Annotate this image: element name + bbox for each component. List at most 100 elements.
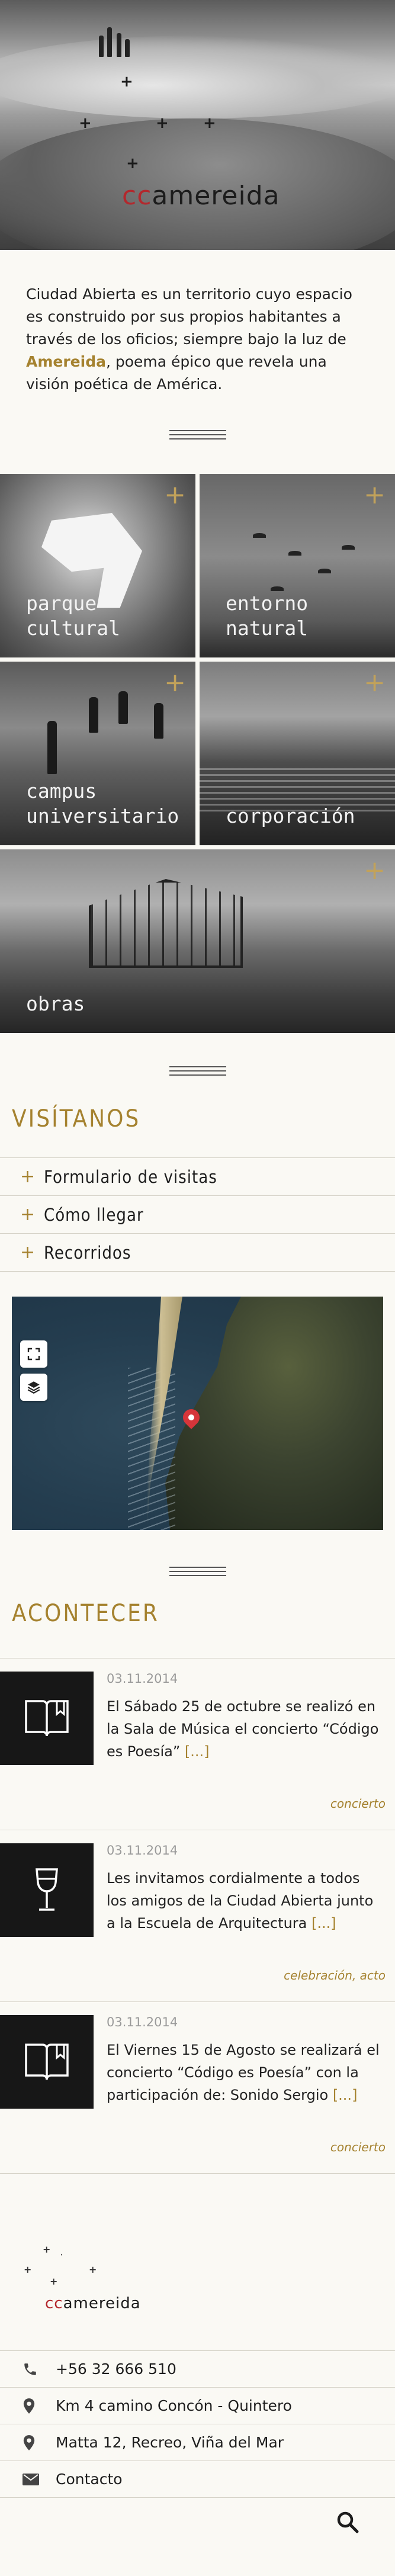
location-map[interactable] (12, 1297, 383, 1530)
news-tags[interactable]: celebración, acto (284, 1968, 386, 1982)
contact-text: Km 4 camino Concón - Quintero (56, 2397, 292, 2414)
tile-label-line: universitario (26, 804, 179, 827)
logo-prefix: cc (45, 2295, 63, 2312)
footer-logo[interactable]: + + · + + ccamereida (24, 2244, 154, 2315)
hero-plus-icon: + (126, 155, 139, 172)
accordion-item-como-llegar[interactable]: + Cómo llegar (0, 1196, 395, 1234)
fullscreen-icon[interactable] (20, 1340, 47, 1368)
star-icon: · (60, 2252, 63, 2259)
logo-suffix: amereida (63, 2295, 141, 2312)
tile-label-line: corporación (226, 804, 355, 827)
tile-label: obras (26, 992, 85, 1016)
accordion-label: Recorridos (44, 1242, 131, 1263)
section-tiles: + parque cultural + entorno natural + camp… (0, 474, 395, 1033)
tile-corporacion[interactable]: + corporación (200, 662, 395, 845)
hero-plus-icon: + (79, 114, 92, 132)
contact-email[interactable]: Contacto (0, 2461, 395, 2498)
tile-label: parque cultural (26, 591, 120, 641)
visit-accordion: + Formulario de visitas + Cómo llegar + … (0, 1157, 395, 1272)
accordion-item-recorridos[interactable]: + Recorridos (0, 1234, 395, 1272)
news-text: Les invitamos cordialmente a todos los a… (107, 1867, 384, 1935)
news-date: 03.11.2014 (107, 1843, 178, 1858)
divider (169, 430, 226, 440)
news-item[interactable]: 03.11.2014 Les invitamos cordialmente a … (0, 1830, 395, 2002)
accordion-label: Formulario de visitas (44, 1166, 217, 1187)
intro-text-before: Ciudad Abierta es un territorio cuyo esp… (26, 285, 352, 348)
contact-address-1[interactable]: Km 4 camino Concón - Quintero (0, 2388, 395, 2424)
news-text: El Sábado 25 de octubre se realizó en la… (107, 1695, 384, 1763)
tile-label-line: natural (226, 617, 309, 640)
person (118, 691, 128, 724)
tile-image (89, 879, 243, 968)
hero-dune (0, 36, 395, 118)
plus-icon: + (20, 1204, 36, 1225)
person (154, 703, 163, 739)
news-item[interactable]: 03.11.2014 El Viernes 15 de Agosto se re… (0, 2002, 395, 2174)
bird (288, 551, 301, 556)
news-list: 03.11.2014 El Sábado 25 de octubre se re… (0, 1658, 395, 2174)
news-date: 03.11.2014 (107, 2015, 178, 2029)
tile-label: entorno natural (226, 591, 308, 641)
plus-icon: + (164, 480, 186, 510)
tile-campus-universitario[interactable]: + campus universitario (0, 662, 195, 845)
tile-label-line: campus (26, 779, 97, 803)
read-more-link[interactable]: [...] (311, 1915, 336, 1932)
search-icon[interactable] (336, 2510, 359, 2534)
person (89, 697, 98, 733)
book-icon (0, 1672, 94, 1765)
hero-banner: + + + + + ccamereida (0, 0, 395, 250)
tile-label: corporación (226, 804, 355, 829)
plus-icon: + (364, 855, 386, 886)
accordion-label: Cómo llegar (44, 1204, 144, 1225)
news-text-body: El Sábado 25 de octubre se realizó en la… (107, 1698, 379, 1760)
bird (342, 545, 355, 550)
bird (271, 586, 284, 591)
envelope-icon (23, 2473, 56, 2485)
tile-obras[interactable]: + obras (0, 849, 395, 1033)
location-pin-icon (23, 2398, 56, 2414)
contact-address-2[interactable]: Matta 12, Recreo, Viña del Mar (0, 2424, 395, 2461)
divider (169, 1066, 226, 1076)
accordion-item-formulario[interactable]: + Formulario de visitas (0, 1158, 395, 1196)
news-item[interactable]: 03.11.2014 El Sábado 25 de octubre se re… (0, 1658, 395, 1830)
hero-plus-icon: + (203, 114, 216, 132)
tile-parque-cultural[interactable]: + parque cultural (0, 474, 195, 657)
phone-icon (23, 2362, 56, 2377)
page: + + + + + ccamereida Ciudad Abierta es u… (0, 0, 395, 2576)
star-icon: + (24, 2264, 32, 2275)
plus-icon: + (364, 480, 386, 510)
intro-text: Ciudad Abierta es un territorio cuyo esp… (26, 283, 369, 396)
hero-plus-icon: + (120, 73, 133, 91)
plus-icon: + (20, 1242, 36, 1263)
contact-text: +56 32 666 510 (56, 2360, 176, 2378)
news-tags[interactable]: concierto (330, 1797, 386, 1811)
tile-label-line: parque (26, 592, 97, 615)
hero-logo[interactable]: ccamereida (122, 181, 280, 211)
hero-figure (117, 33, 121, 57)
divider (169, 1567, 226, 1576)
contact-text: Contacto (56, 2471, 123, 2488)
layers-icon[interactable] (20, 1374, 47, 1401)
news-tags[interactable]: concierto (330, 2140, 386, 2154)
hero-figure (99, 36, 104, 57)
map-land (165, 1297, 383, 1530)
contact-list: +56 32 666 510 Km 4 camino Concón - Quin… (0, 2350, 395, 2498)
tile-label-line: entorno (226, 592, 309, 615)
hero-figure (125, 39, 130, 57)
tile-entorno-natural[interactable]: + entorno natural (200, 474, 395, 657)
news-text: El Viernes 15 de Agosto se realizará el … (107, 2039, 384, 2106)
hero-figure (107, 27, 112, 57)
read-more-link[interactable]: [...] (185, 1743, 210, 1760)
hero-plus-icon: + (156, 114, 169, 132)
contact-phone[interactable]: +56 32 666 510 (0, 2351, 395, 2388)
intro-highlight-link[interactable]: Amereida (26, 353, 106, 370)
plus-icon: + (164, 668, 186, 698)
person (47, 721, 57, 774)
read-more-link[interactable]: [...] (333, 2087, 358, 2103)
footer-logo-word: ccamereida (45, 2295, 141, 2312)
news-date: 03.11.2014 (107, 1672, 178, 1686)
wine-glass-icon (0, 1843, 94, 1937)
tile-label-line: cultural (26, 617, 120, 640)
tile-label-line: obras (26, 992, 85, 1015)
logo-prefix: cc (122, 181, 152, 211)
